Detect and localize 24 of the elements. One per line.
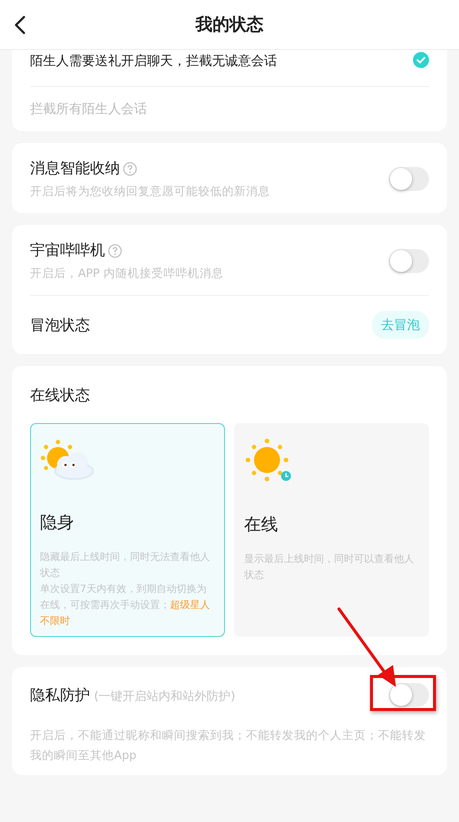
back-icon[interactable] xyxy=(14,15,26,35)
setting-description: 开启后，APP 内随机接受哔哔机消息 xyxy=(30,266,224,281)
sun-cloud-icon xyxy=(40,438,96,482)
help-icon[interactable] xyxy=(108,244,122,258)
status-label: 隐身 xyxy=(40,512,74,534)
toggle-switch[interactable] xyxy=(389,683,429,707)
bubble-status-label: 冒泡状态 xyxy=(30,316,90,334)
toggle-switch[interactable] xyxy=(389,249,429,273)
page-title: 我的状态 xyxy=(196,14,264,36)
toggle-switch[interactable] xyxy=(389,167,429,191)
sun-clock-icon xyxy=(244,438,294,484)
section-title: 在线状态 xyxy=(30,386,91,405)
status-description: 隐藏最后上线时间，同时无法查看他人状态 单次设置7天内有效，到期自动切换为在线，可按需再次手动设置；超级星人不限时 xyxy=(40,550,211,629)
setting-title: 宇宙哔哔机 xyxy=(30,241,105,260)
setting-title: 隐私防护 xyxy=(30,686,90,704)
status-label: 在线 xyxy=(244,514,278,536)
check-icon[interactable] xyxy=(413,52,429,68)
setting-subtitle: (一键开启站内和站外防护) xyxy=(94,688,236,704)
status-option[interactable]: 隐身 隐藏最后上线时间，同时无法查看他人状态 单次设置7天内有效，到期自动切换为在线，可按需再次手动设置；超级星人不限时 xyxy=(30,423,225,637)
option-label[interactable]: 陌生人需要送礼开启聊天，拦截无诚意会话 xyxy=(30,52,277,70)
setting-description: 开启后，不能通过昵称和瞬间搜索到我；不能转发我的个人主页；不能转发我的瞬间至其他App xyxy=(30,727,427,764)
help-icon[interactable] xyxy=(123,162,137,176)
setting-description: 开启后将为您收纳回复意愿可能较低的新消息 xyxy=(30,184,270,199)
setting-title: 消息智能收纳 xyxy=(30,159,120,178)
